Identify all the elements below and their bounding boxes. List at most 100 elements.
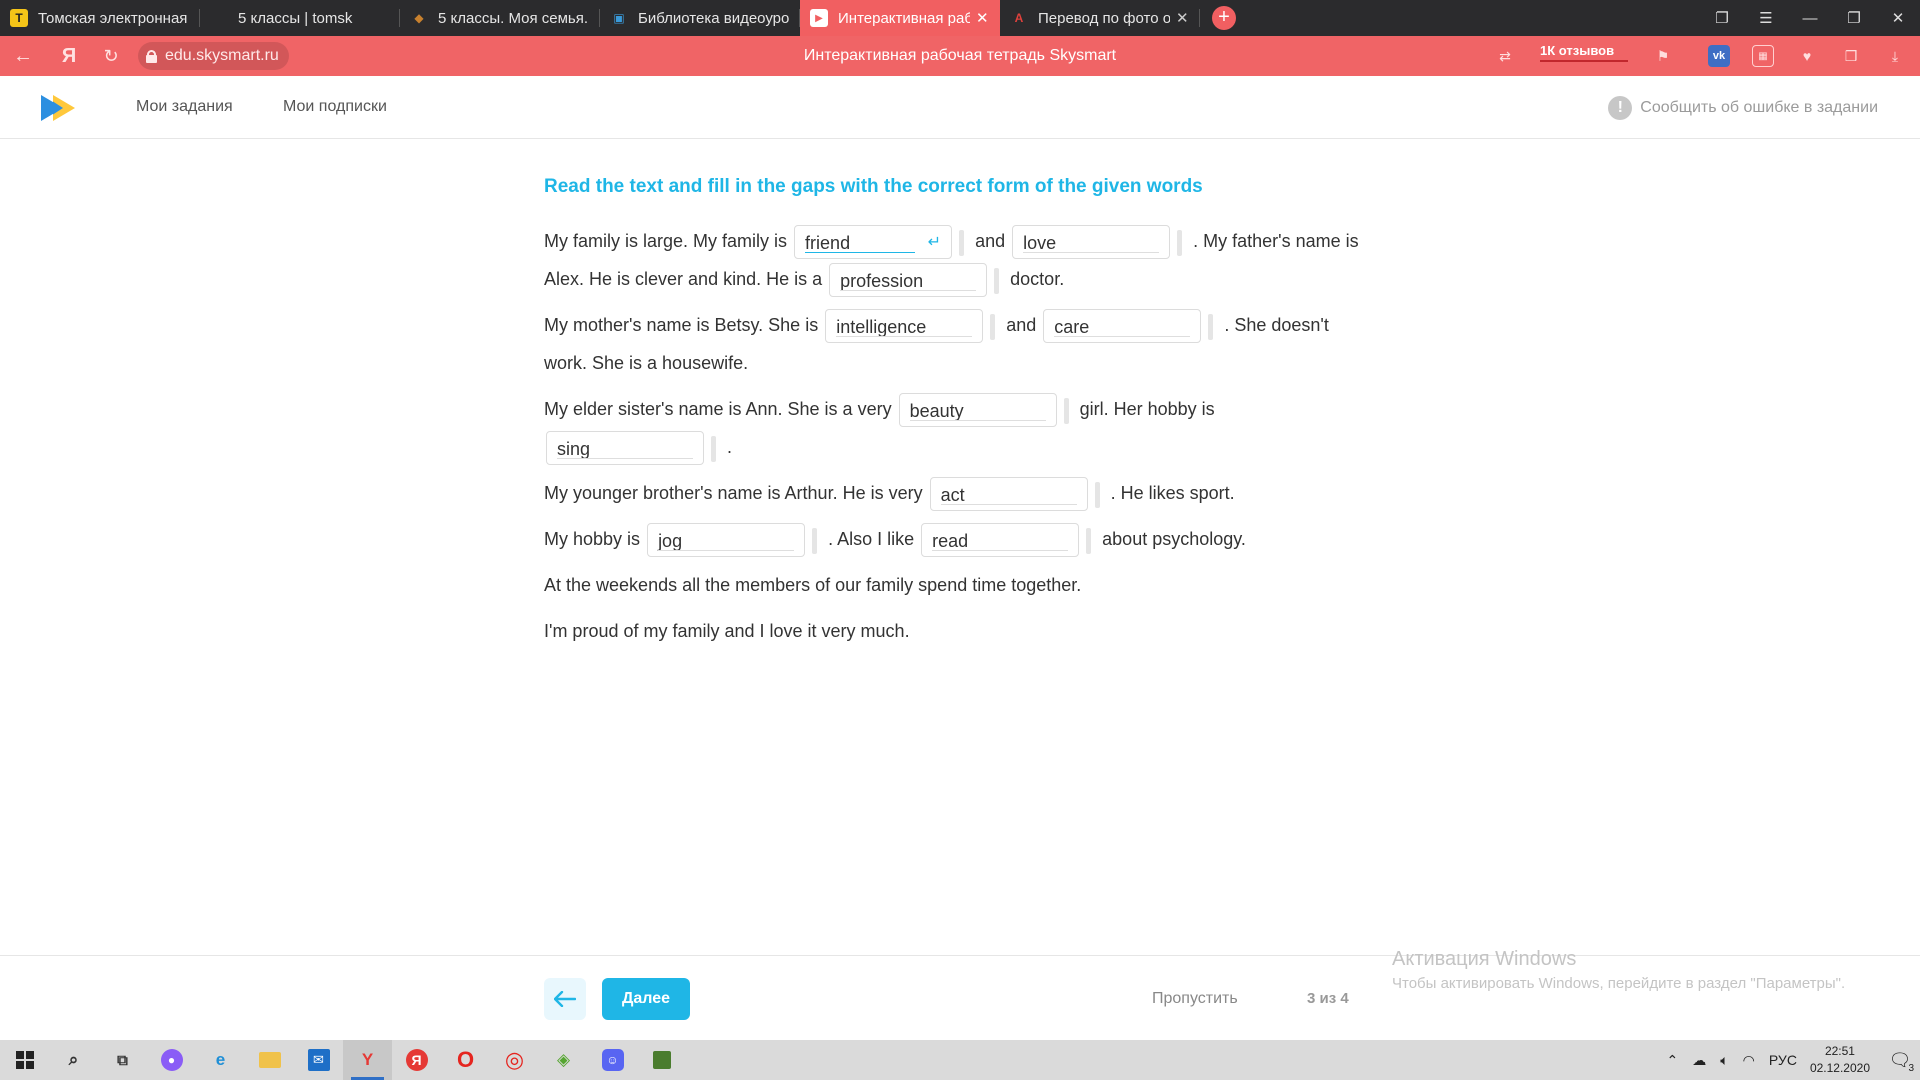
- taskbar-yandex-browser[interactable]: Y: [343, 1040, 392, 1080]
- search-icon: ⌕: [68, 1050, 79, 1069]
- tab-title: Интерактивная рабоча: [838, 9, 970, 27]
- tab-5-classes-tomsk[interactable]: 5 классы | tomsk: [200, 0, 400, 36]
- tab-photo-translate[interactable]: A Перевод по фото онла ✕: [1000, 0, 1200, 36]
- favorites-icon[interactable]: ♥: [1796, 45, 1818, 67]
- search-button[interactable]: ⌕: [49, 1040, 98, 1080]
- paragraph-text: doctor.: [1010, 269, 1065, 289]
- taskbar-opera[interactable]: O: [441, 1040, 490, 1080]
- minimize-icon[interactable]: —: [1788, 0, 1832, 36]
- gap-underline: [840, 290, 977, 292]
- url-field[interactable]: edu.skysmart.ru: [138, 42, 289, 70]
- gap-input-profession[interactable]: profession: [829, 263, 1000, 298]
- new-tab-button[interactable]: +: [1212, 6, 1236, 30]
- skip-link[interactable]: Пропустить: [1152, 990, 1238, 1008]
- taskbar-edge[interactable]: e: [196, 1040, 245, 1080]
- bluestacks-icon: ◈: [556, 1050, 571, 1069]
- gap-underline: [940, 504, 1077, 506]
- translate-icon[interactable]: ⇄: [1494, 45, 1516, 67]
- taskbar-bluestacks[interactable]: ◈: [539, 1040, 588, 1080]
- tab-skysmart-active[interactable]: ▶ Интерактивная рабоча ✕: [800, 0, 1000, 36]
- edge-icon: e: [215, 1050, 226, 1069]
- gap-input-friend[interactable]: friend ↵: [794, 225, 965, 260]
- clock-date: 02.12.2020: [1809, 1061, 1870, 1075]
- tab-title: 5 классы | tomsk: [238, 9, 353, 27]
- gap-input-act[interactable]: act: [929, 477, 1100, 512]
- vk-icon[interactable]: vk: [1708, 45, 1730, 67]
- tab-tomsk-school[interactable]: T Томская электронная шко: [0, 0, 200, 36]
- paragraph-text: My hobby is: [544, 529, 641, 549]
- tab-close-icon[interactable]: ✕: [976, 9, 990, 27]
- gap-value: friend: [805, 233, 851, 254]
- gap-input-intelligence[interactable]: intelligence: [825, 309, 996, 344]
- bookmarks-icon[interactable]: ❐: [1700, 0, 1744, 36]
- download-icon[interactable]: ⤓: [1884, 45, 1906, 67]
- tab-video-library[interactable]: ▣ Библиотека видеоуроков: [600, 0, 800, 36]
- windows-activation-watermark: Активация Windows Чтобы активировать Win…: [1392, 948, 1845, 992]
- gap-input-jog[interactable]: jog: [647, 523, 818, 558]
- reload-icon[interactable]: ↻: [96, 36, 126, 76]
- taskbar-explorer[interactable]: [245, 1040, 294, 1080]
- windows-logo-icon: [15, 1051, 34, 1069]
- taskbar-alice[interactable]: ●: [147, 1040, 196, 1080]
- nav-my-subscriptions[interactable]: Мои подписки: [283, 98, 387, 116]
- previous-button[interactable]: [544, 978, 586, 1020]
- reviews-badge[interactable]: 1К отзывов: [1540, 43, 1628, 62]
- taskbar-minecraft[interactable]: [637, 1040, 686, 1080]
- taskbar-clock[interactable]: 22:51 02.12.2020: [1810, 1043, 1870, 1077]
- taskbar-yandex[interactable]: Я: [392, 1040, 441, 1080]
- window-controls: ❐ ☰ — ❐ ✕: [1700, 0, 1920, 36]
- tab-close-icon[interactable]: ✕: [1176, 9, 1190, 27]
- restore-icon[interactable]: ❐: [1832, 0, 1876, 36]
- report-error-link[interactable]: ! Сообщить об ошибке в задании: [1608, 96, 1878, 120]
- gap-input-care[interactable]: care: [1043, 309, 1214, 344]
- gap-input-sing[interactable]: sing: [546, 431, 716, 466]
- paragraph-6: At the weekends all the members of our f…: [544, 575, 1082, 595]
- address-bar: ← Я ↻ edu.skysmart.ru Интерактивная рабо…: [0, 36, 1920, 76]
- taskbar-opera-gx[interactable]: ◎: [490, 1040, 539, 1080]
- wifi-icon[interactable]: ◠: [1743, 1052, 1755, 1069]
- paragraph-3: My elder sister's name is Ann. She is a …: [544, 390, 1374, 466]
- cloud-icon[interactable]: ☁: [1692, 1052, 1706, 1069]
- yandex-icon[interactable]: Я: [54, 36, 84, 76]
- folder-icon: [258, 1052, 281, 1068]
- next-button[interactable]: Далее: [602, 978, 690, 1020]
- menu-icon[interactable]: ☰: [1744, 0, 1788, 36]
- gap-value: intelligence: [836, 317, 927, 338]
- activation-title: Активация Windows: [1392, 948, 1577, 970]
- gap-underline: [1023, 252, 1160, 254]
- tab-my-family[interactable]: ◆ 5 классы. Моя семья. Чле: [400, 0, 600, 36]
- paragraph-text: . Also I like: [828, 529, 915, 549]
- windows-taskbar: ⌕ ⧉ ● e ✉ Y Я O ◎ ◈ ☺ ⌃ ☁ 🔈︎ ◠ РУС 22:51…: [0, 1040, 1920, 1080]
- bookmark-icon[interactable]: ⚑: [1652, 45, 1674, 67]
- taskbar-mail[interactable]: ✉: [294, 1040, 343, 1080]
- skysmart-logo-icon[interactable]: [41, 95, 75, 121]
- volume-icon[interactable]: 🔈︎: [1720, 1052, 1728, 1069]
- task-title: Read the text and fill in the gaps with …: [544, 176, 1203, 197]
- close-window-icon[interactable]: ✕: [1876, 0, 1920, 36]
- gap-input-read[interactable]: read: [921, 523, 1092, 558]
- tab-favicon-icon: ▣: [613, 11, 625, 25]
- collections-icon[interactable]: ❒: [1840, 45, 1862, 67]
- start-button[interactable]: [0, 1040, 49, 1080]
- extension-icon[interactable]: ▦: [1752, 45, 1774, 67]
- gap-value: love: [1023, 233, 1057, 254]
- paragraph-text: My elder sister's name is Ann. She is a …: [544, 399, 892, 419]
- paragraph-2: My mother's name is Betsy. She is intell…: [544, 306, 1374, 382]
- nav-my-tasks[interactable]: Мои задания: [136, 98, 233, 116]
- lock-icon: [146, 49, 157, 63]
- notification-center-button[interactable]: 🗨︎ 3: [1880, 1040, 1920, 1080]
- task-view-button[interactable]: ⧉: [98, 1040, 147, 1080]
- back-arrow-icon[interactable]: ←: [8, 36, 38, 76]
- chevron-up-icon[interactable]: ⌃: [1667, 1052, 1679, 1069]
- input-language[interactable]: РУС: [1769, 1052, 1797, 1068]
- tab-favicon-icon: [210, 9, 228, 27]
- gap-input-love[interactable]: love: [1012, 225, 1183, 260]
- paragraph-text: and: [975, 231, 1006, 251]
- gap-input-beauty[interactable]: beauty: [898, 393, 1069, 428]
- taskbar-discord[interactable]: ☺: [588, 1040, 637, 1080]
- gap-underline: [932, 550, 1069, 552]
- gap-value: read: [932, 531, 969, 552]
- gap-value: act: [940, 485, 965, 506]
- yandex-browser-icon: Y: [361, 1050, 374, 1069]
- task-progress: 3 из 4: [1307, 990, 1349, 1007]
